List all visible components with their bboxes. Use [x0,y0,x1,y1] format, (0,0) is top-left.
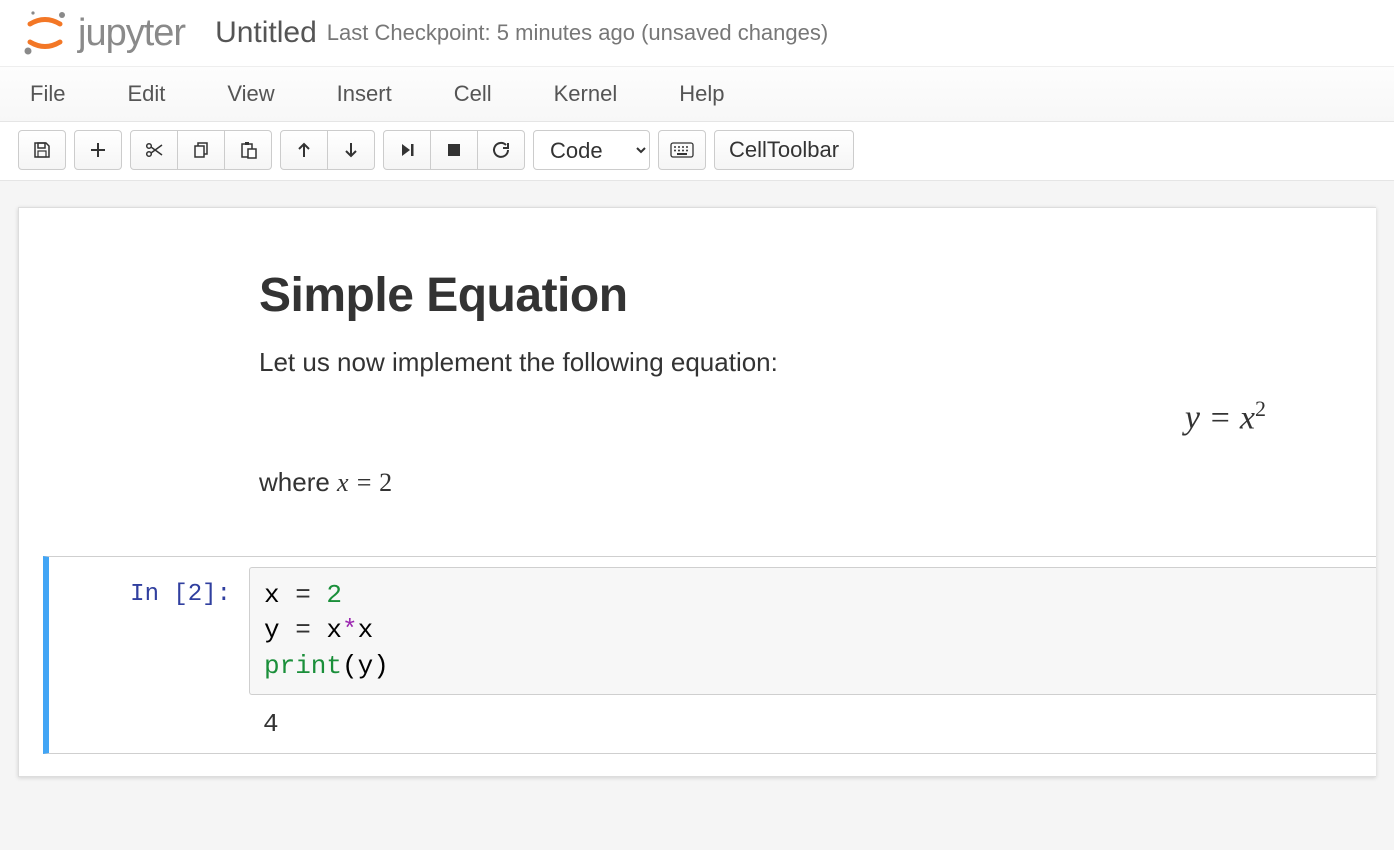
menu-help[interactable]: Help [667,67,736,121]
run-icon [398,141,416,159]
add-cell-button[interactable] [74,130,122,170]
menubar: File Edit View Insert Cell Kernel Help [0,67,1394,122]
notebook-title[interactable]: Untitled [215,16,317,50]
restart-icon [492,141,510,159]
paste-button[interactable] [224,130,272,170]
command-palette-button[interactable] [658,130,706,170]
celltoolbar-button[interactable]: CellToolbar [714,130,854,170]
restart-button[interactable] [477,130,525,170]
notebook-container: Simple Equation Let us now implement the… [18,207,1376,777]
header: jupyter Untitled Last Checkpoint: 5 minu… [0,0,1394,67]
move-up-button[interactable] [280,130,328,170]
arrow-down-icon [343,141,359,159]
save-icon [33,141,51,159]
menu-insert[interactable]: Insert [325,67,404,121]
paste-icon [239,141,257,159]
arrow-up-icon [296,141,312,159]
checkpoint-status: Last Checkpoint: 5 minutes ago (unsaved … [327,20,828,46]
interrupt-button[interactable] [430,130,478,170]
menu-edit[interactable]: Edit [115,67,177,121]
celltoolbar-label: CellToolbar [729,137,839,163]
equation-block: y = x2 [259,396,1376,437]
menu-view[interactable]: View [215,67,286,121]
code-input[interactable]: x = 2 y = x*x print(y) [249,567,1376,694]
menu-cell[interactable]: Cell [442,67,504,121]
markdown-heading: Simple Equation [259,268,1376,323]
menu-kernel[interactable]: Kernel [542,67,630,121]
code-output: 4 [249,695,1376,739]
plus-icon [89,141,107,159]
markdown-where: where x = 2 [259,467,1376,498]
copy-icon [192,141,210,159]
run-button[interactable] [383,130,431,170]
keyboard-icon [670,142,694,158]
move-down-button[interactable] [327,130,375,170]
markdown-cell[interactable]: Simple Equation Let us now implement the… [19,248,1376,556]
save-button[interactable] [18,130,66,170]
menu-file[interactable]: File [18,67,77,121]
jupyter-logo[interactable]: jupyter [18,8,185,58]
jupyter-logo-text: jupyter [78,12,185,55]
stop-icon [446,142,462,158]
cut-button[interactable] [130,130,178,170]
scissors-icon [144,141,164,159]
input-prompt: In [2]: [49,567,249,738]
cell-type-select[interactable]: Code [533,130,650,170]
copy-button[interactable] [177,130,225,170]
markdown-intro: Let us now implement the following equat… [259,347,1376,378]
toolbar: Code CellToolbar [0,122,1394,181]
code-cell[interactable]: In [2]: x = 2 y = x*x print(y) 4 [43,556,1376,753]
